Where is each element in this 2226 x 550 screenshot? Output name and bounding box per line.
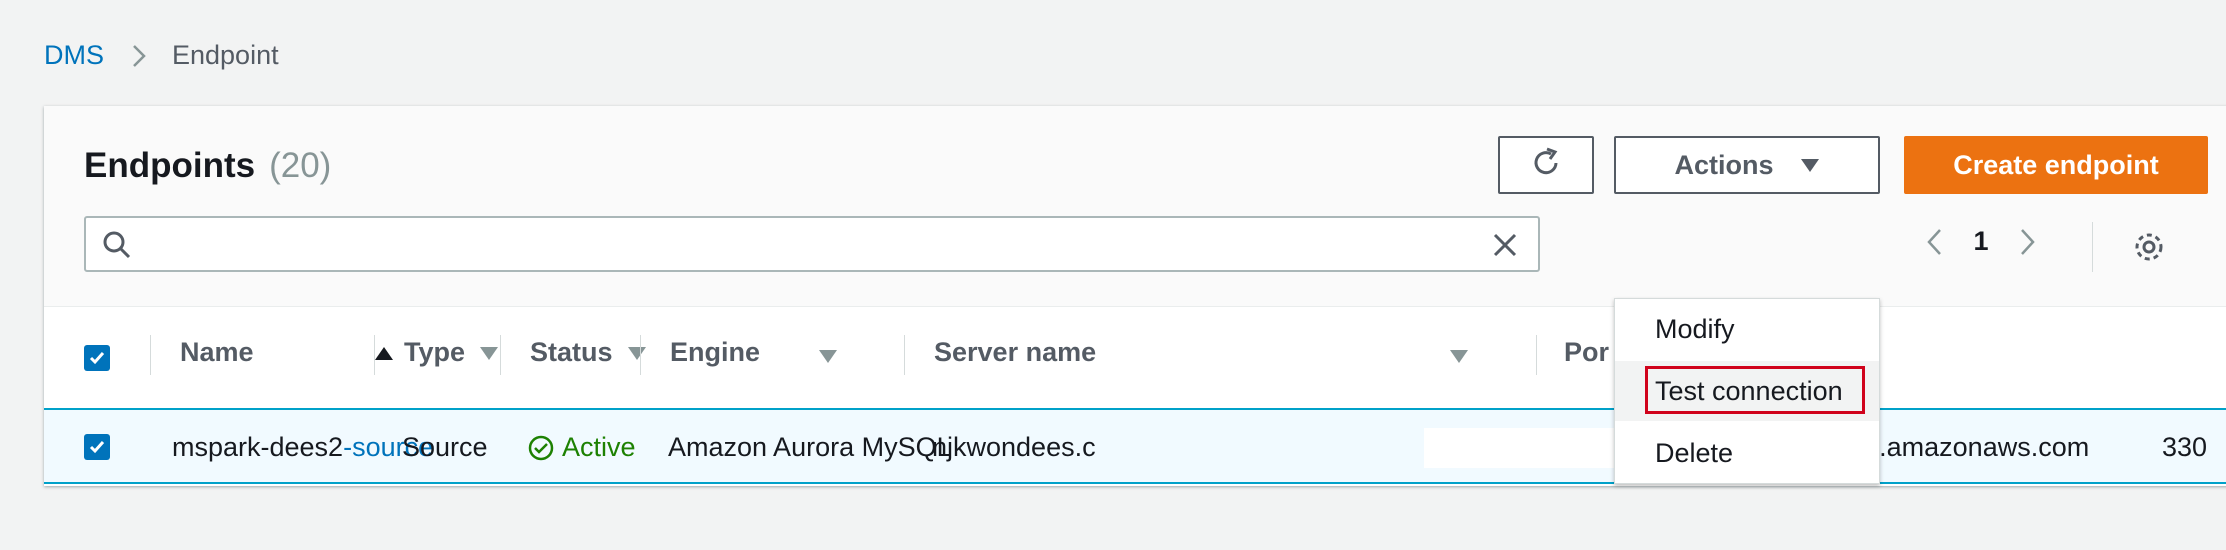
search-box[interactable] (84, 216, 1540, 272)
breadcrumb-dms-link[interactable]: DMS (44, 40, 104, 71)
create-endpoint-button[interactable]: Create endpoint (1904, 136, 2208, 194)
current-page[interactable]: 1 (1954, 226, 2008, 257)
actions-dropdown-button[interactable]: Actions (1614, 136, 1880, 194)
column-divider (1536, 335, 1537, 375)
endpoint-name-link[interactable]: mspark-dees2 -source (172, 432, 433, 463)
actions-menu: Modify Test connection Delete (1614, 298, 1880, 484)
page-title: Endpoints (20) (84, 146, 331, 186)
caret-down-icon (1800, 157, 1820, 173)
endpoint-port: 330 (2162, 432, 2208, 462)
column-label: Engine (670, 337, 761, 367)
column-header-port[interactable]: Por (1564, 337, 1609, 368)
refresh-icon (1529, 146, 1563, 185)
column-divider (150, 335, 151, 375)
column-label: Type (404, 337, 466, 367)
search-input[interactable] (148, 224, 1452, 266)
column-header-name[interactable]: Name (180, 337, 394, 368)
sort-icon (627, 345, 647, 361)
select-all-checkbox[interactable] (84, 345, 110, 371)
endpoint-engine: Amazon Aurora MySQL (668, 432, 952, 462)
column-header-engine[interactable]: Engine (670, 337, 760, 368)
chevron-right-icon (132, 44, 146, 68)
endpoint-type: Source (402, 432, 488, 462)
endpoint-status: Active (528, 432, 636, 463)
gear-icon[interactable] (2132, 230, 2166, 269)
endpoint-server-name: njkwondees.c (932, 432, 1096, 463)
column-divider (904, 335, 905, 375)
check-icon (89, 352, 105, 365)
menu-item-modify[interactable]: Modify (1615, 299, 1879, 359)
search-icon (102, 230, 132, 265)
table-row[interactable]: mspark-dees2 -source Source Active Amazon… (44, 408, 2226, 484)
breadcrumb-current: Endpoint (172, 40, 279, 70)
server-name-prefix: njkwondees.c (932, 432, 1096, 462)
chevron-left-icon[interactable] (1914, 228, 1954, 256)
column-header-status[interactable]: Status (530, 337, 647, 368)
sort-icon[interactable] (1449, 348, 1469, 369)
column-label: Por (1564, 337, 1610, 367)
column-header-type[interactable]: Type (404, 337, 499, 368)
menu-item-test-connection[interactable]: Test connection (1615, 361, 1879, 421)
status-text: Active (562, 432, 636, 462)
endpoints-panel: Endpoints (20) Actions Create endpoint 1… (44, 106, 2226, 486)
sort-icon (479, 345, 499, 361)
menu-item-delete[interactable]: Delete (1615, 423, 1879, 483)
status-ok-icon (528, 435, 554, 460)
title-text: Endpoints (84, 146, 256, 185)
endpoint-name-prefix: mspark-dees2 (172, 432, 344, 462)
sort-asc-icon (374, 345, 394, 361)
column-divider (374, 335, 375, 375)
sort-icon[interactable] (818, 348, 838, 369)
column-label: Status (530, 337, 613, 367)
panel-header: Endpoints (20) Actions Create endpoint 1 (44, 106, 2226, 307)
pagination: 1 (1914, 226, 2048, 257)
refresh-button[interactable] (1498, 136, 1594, 194)
column-divider (640, 335, 641, 375)
column-label: Server name (934, 337, 1097, 367)
column-header-server-name[interactable]: Server name (934, 337, 1096, 368)
close-icon[interactable] (1490, 230, 1520, 265)
table-header: Name Type Status Engine Server name Por (44, 307, 2226, 397)
chevron-right-icon[interactable] (2008, 228, 2048, 256)
divider (2092, 222, 2093, 272)
breadcrumb: DMS Endpoint (44, 40, 279, 71)
column-label: Name (180, 337, 254, 367)
actions-label: Actions (1674, 149, 1774, 180)
check-icon (89, 441, 105, 454)
highlight-box (1645, 366, 1865, 414)
column-divider (500, 335, 501, 375)
row-checkbox[interactable] (84, 434, 110, 460)
endpoint-count: (20) (269, 146, 332, 185)
